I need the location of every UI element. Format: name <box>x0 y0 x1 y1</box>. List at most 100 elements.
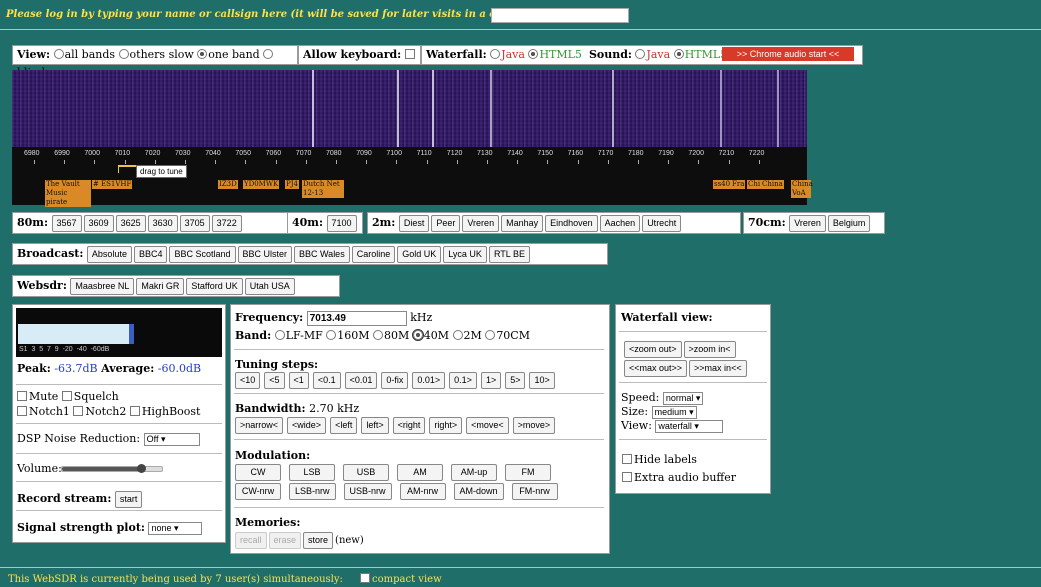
chrome-audio-start-button[interactable]: >> Chrome audio start << <box>722 47 854 61</box>
dsp-select[interactable]: Off ▾ <box>143 433 200 446</box>
squelch-checkbox[interactable] <box>61 391 72 401</box>
band-70cm-radio[interactable] <box>485 330 496 340</box>
modulation-button[interactable]: LSB-nrw <box>289 483 336 500</box>
view-blind-radio[interactable] <box>263 49 274 59</box>
volume-slider[interactable] <box>61 464 163 473</box>
band-2m-preset-button[interactable]: Manhay <box>501 215 544 232</box>
band-80m-preset-button[interactable]: 3567 <box>51 215 82 232</box>
tuning-step-button[interactable]: <5 <box>264 372 285 389</box>
station-label[interactable]: The Vault Music pirate <box>45 180 91 207</box>
band-70cm-preset-button[interactable]: Vreren <box>789 215 826 232</box>
modulation-button[interactable]: FM <box>505 464 551 481</box>
memory-recall-button[interactable]: recall <box>235 532 267 549</box>
band-2m-radio[interactable] <box>452 330 463 340</box>
bandwidth-button[interactable]: >narrow< <box>235 417 284 434</box>
hide-labels-checkbox[interactable] <box>622 454 632 464</box>
tuning-step-button[interactable]: 0.01> <box>412 372 446 389</box>
station-label[interactable]: # <box>92 180 100 189</box>
size-select[interactable]: medium ▾ <box>651 406 697 419</box>
broadcast-preset-button[interactable]: Absolute <box>86 246 132 263</box>
sound-java-radio[interactable] <box>635 49 646 59</box>
modulation-button[interactable]: AM-up <box>451 464 497 481</box>
tuning-step-button[interactable]: <0.1 <box>312 372 341 389</box>
modulation-button[interactable]: USB-nrw <box>343 483 392 500</box>
broadcast-preset-button[interactable]: BBC4 <box>133 246 168 263</box>
bandwidth-button[interactable]: <wide> <box>287 417 327 434</box>
tuning-step-button[interactable]: 0-fix <box>381 372 409 389</box>
zoom-in-button[interactable]: >zoom in< <box>683 341 736 358</box>
band-2m-preset-button[interactable]: Utrecht <box>642 215 682 232</box>
websdr-link-button[interactable]: Maasbree NL <box>70 278 135 295</box>
station-label[interactable]: IZ3D <box>218 180 238 189</box>
waterfall-java-radio[interactable] <box>490 49 501 59</box>
speed-select[interactable]: normal ▾ <box>662 392 704 405</box>
band-80m-radio[interactable] <box>373 330 384 340</box>
station-label[interactable]: China <box>761 180 784 189</box>
band-160m-radio[interactable] <box>326 330 337 340</box>
modulation-button[interactable]: AM-down <box>453 483 504 500</box>
station-label[interactable]: Dutch Net 12-13 <box>302 180 344 198</box>
band-70cm-preset-button[interactable]: Belgium <box>827 215 871 232</box>
view-mode-select[interactable]: waterfall ▾ <box>655 420 724 433</box>
band-40m-radio[interactable] <box>411 329 424 341</box>
broadcast-preset-button[interactable]: Gold UK <box>397 246 442 263</box>
station-label[interactable]: PJ4 <box>285 180 299 189</box>
view-all-bands-radio[interactable] <box>53 49 64 59</box>
broadcast-preset-button[interactable]: BBC Wales <box>294 246 350 263</box>
band-2m-preset-button[interactable]: Eindhoven <box>545 215 598 232</box>
waterfall-html5-radio[interactable] <box>528 49 539 59</box>
waterfall-display[interactable] <box>12 70 807 147</box>
extra-audio-buffer-checkbox[interactable] <box>622 472 632 482</box>
callsign-input[interactable] <box>491 8 629 23</box>
bandwidth-button[interactable]: <left <box>330 417 358 434</box>
modulation-button[interactable]: USB <box>343 464 389 481</box>
band-80m-preset-button[interactable]: 3625 <box>115 215 146 232</box>
tuning-step-button[interactable]: 10> <box>529 372 555 389</box>
modulation-button[interactable]: CW <box>235 464 281 481</box>
modulation-button[interactable]: AM-nrw <box>399 483 446 500</box>
broadcast-preset-button[interactable]: Lyca UK <box>443 246 487 263</box>
station-label[interactable]: YD0MWK <box>243 180 280 189</box>
band-80m-preset-button[interactable]: 3722 <box>211 215 242 232</box>
tuning-step-button[interactable]: 5> <box>505 372 526 389</box>
volume-knob[interactable] <box>137 464 146 473</box>
bandwidth-button[interactable]: left> <box>361 417 389 434</box>
memory-erase-button[interactable]: erase <box>268 532 302 549</box>
compact-view-checkbox[interactable] <box>360 573 371 583</box>
station-label[interactable]: ES1VHF <box>100 180 133 189</box>
band-80m-preset-button[interactable]: 3630 <box>147 215 178 232</box>
broadcast-preset-button[interactable]: BBC Ulster <box>237 246 293 263</box>
memory-store-button[interactable]: store <box>303 532 334 549</box>
broadcast-preset-button[interactable]: Caroline <box>351 246 396 263</box>
modulation-button[interactable]: LSB <box>289 464 335 481</box>
broadcast-preset-button[interactable]: RTL BE <box>488 246 530 263</box>
modulation-button[interactable]: CW-nrw <box>235 483 281 500</box>
station-label[interactable]: China VoA <box>791 180 813 198</box>
notch2-checkbox[interactable] <box>73 406 84 416</box>
modulation-button[interactable]: AM <box>397 464 443 481</box>
tuning-step-button[interactable]: 1> <box>480 372 502 389</box>
websdr-link-button[interactable]: Stafford UK <box>186 278 243 295</box>
band-2m-preset-button[interactable]: Peer <box>431 215 461 232</box>
view-one-band-radio[interactable] <box>197 49 208 59</box>
tuning-step-button[interactable]: <10 <box>235 372 261 389</box>
modulation-button[interactable]: FM-nrw <box>511 483 558 500</box>
highboost-checkbox[interactable] <box>129 406 140 416</box>
bandwidth-button[interactable]: <right <box>392 417 426 434</box>
max-in-button[interactable]: >>max in<< <box>689 360 747 377</box>
bandwidth-button[interactable]: <move< <box>466 417 509 434</box>
station-label[interactable]: ss40 <box>713 180 732 189</box>
band-80m-preset-button[interactable]: 3705 <box>179 215 210 232</box>
band-2m-preset-button[interactable]: Aachen <box>599 215 641 232</box>
sound-html5-radio[interactable] <box>673 49 684 59</box>
frequency-input[interactable]: 7013.49 <box>306 311 407 326</box>
websdr-link-button[interactable]: Makri GR <box>136 278 185 295</box>
tuning-step-button[interactable]: <0.01 <box>344 372 378 389</box>
allow-keyboard-checkbox[interactable] <box>404 49 415 59</box>
zoom-out-button[interactable]: <zoom out> <box>624 341 682 358</box>
websdr-link-button[interactable]: Utah USA <box>244 278 295 295</box>
band-lf-mf-radio[interactable] <box>274 330 285 340</box>
band-2m-preset-button[interactable]: Vreren <box>462 215 500 232</box>
signal-plot-select[interactable]: none ▾ <box>148 522 203 535</box>
mute-checkbox[interactable] <box>17 391 27 401</box>
